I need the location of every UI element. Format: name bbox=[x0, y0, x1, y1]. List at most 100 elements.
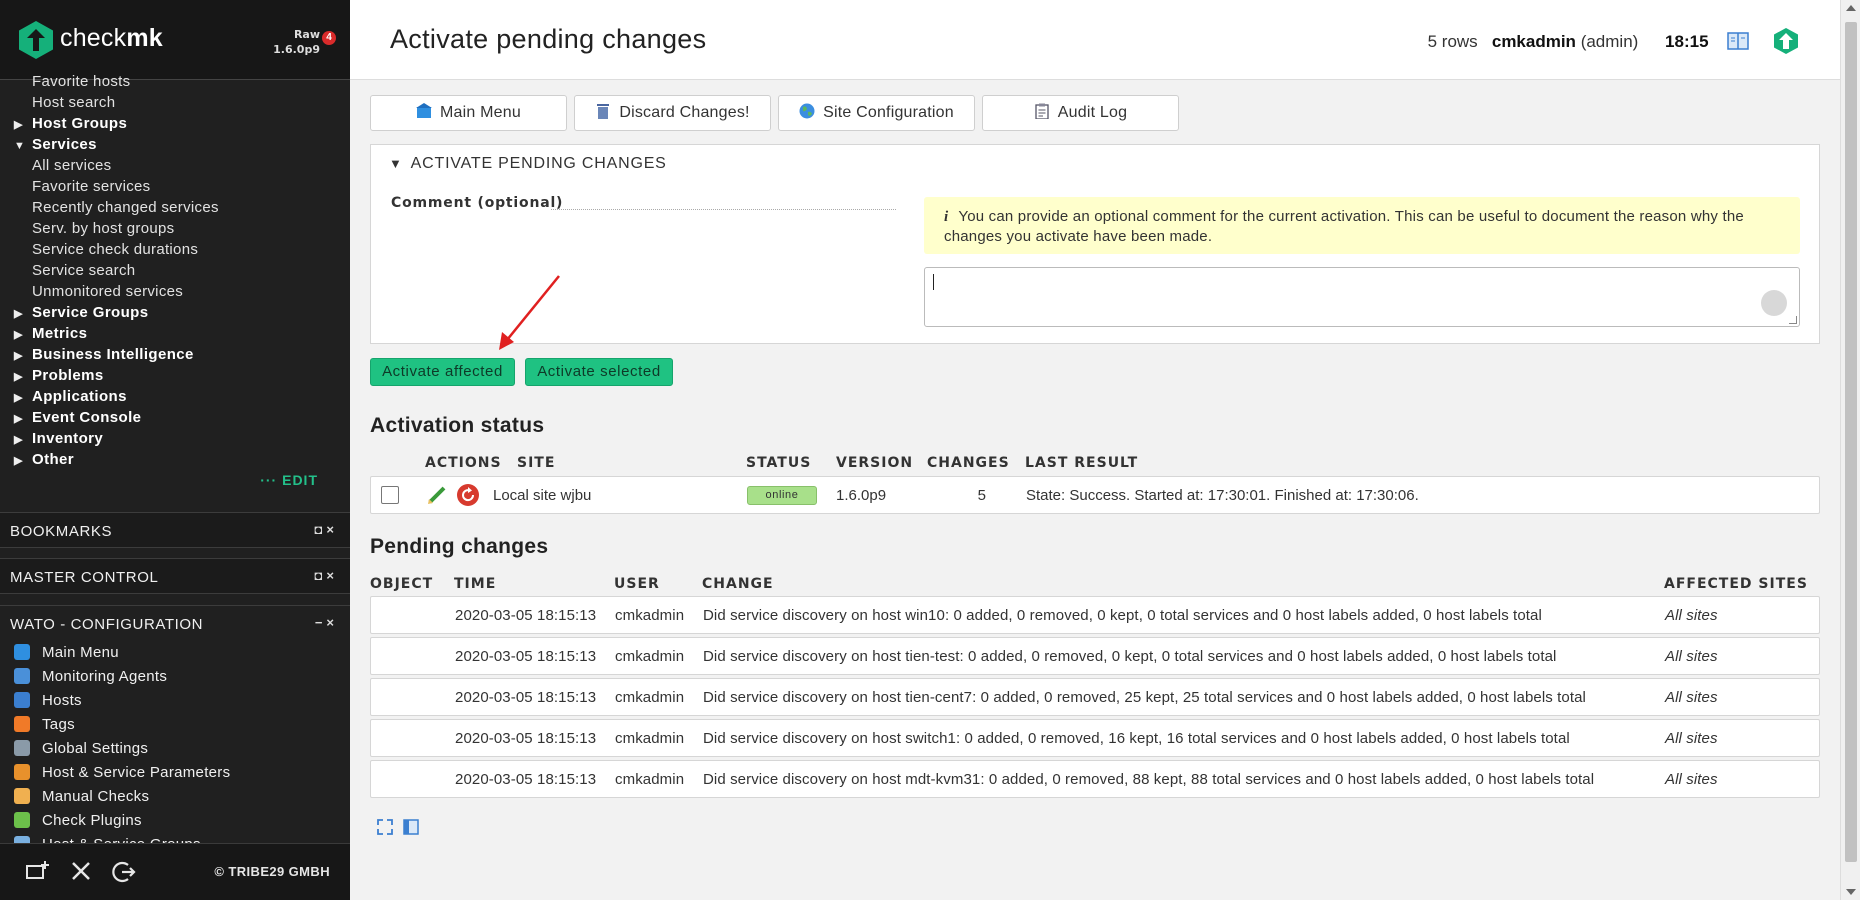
site-status-row: Local site wjbu online 1.6.0p9 5 State: … bbox=[370, 476, 1820, 514]
trash-icon bbox=[597, 104, 610, 119]
user-role: (admin) bbox=[1580, 32, 1639, 51]
grammar-assist-icon[interactable] bbox=[1761, 290, 1787, 316]
site-version: 1.6.0p9 bbox=[836, 487, 887, 504]
sidebar-group-service-groups[interactable]: ▶ Service Groups bbox=[14, 303, 148, 323]
snapin-controls[interactable]: ◘× bbox=[315, 522, 338, 537]
close-icon[interactable]: × bbox=[326, 522, 338, 537]
snapin-controls[interactable]: ◘× bbox=[315, 568, 338, 583]
snapin-bookmarks[interactable]: BOOKMARKS ◘× bbox=[0, 512, 350, 548]
close-icon[interactable]: × bbox=[326, 615, 338, 630]
sidebar-group-other[interactable]: ▶ Other bbox=[14, 450, 74, 470]
col-actions: ACTIONS bbox=[425, 455, 502, 471]
sidebar-item-label: Recently changed services bbox=[32, 199, 219, 216]
sidebar-group-inventory[interactable]: ▶ Inventory bbox=[14, 429, 103, 449]
collapsed-triangle-icon[interactable]: ▶ bbox=[14, 451, 32, 471]
sidebar-toggle-icon[interactable] bbox=[402, 818, 420, 836]
tools-icon[interactable] bbox=[67, 859, 95, 887]
home-icon bbox=[416, 103, 433, 118]
page-scrollbar[interactable] bbox=[1840, 0, 1860, 900]
sidebar-group-metrics[interactable]: ▶ Metrics bbox=[14, 324, 87, 344]
edit-views-link[interactable]: ··· EDIT bbox=[260, 472, 318, 488]
wato-item-monitoring-agents[interactable]: Monitoring Agents bbox=[14, 666, 167, 688]
site-select-checkbox[interactable] bbox=[381, 486, 399, 504]
wato-item-check-plugins[interactable]: Check Plugins bbox=[14, 810, 142, 832]
collapsed-triangle-icon[interactable]: ▶ bbox=[14, 325, 32, 345]
activate-selected-button[interactable]: Activate selected bbox=[525, 358, 673, 386]
notification-badge[interactable]: 4 bbox=[322, 31, 336, 45]
sidebar-item-recently-changed-services[interactable]: Recently changed services bbox=[32, 198, 219, 218]
resize-handle[interactable] bbox=[1789, 316, 1797, 324]
sidebar-group-applications[interactable]: ▶ Applications bbox=[14, 387, 127, 407]
wato-item-label: Host & Service Parameters bbox=[42, 764, 231, 781]
sidebar-item-favorite-services[interactable]: Favorite services bbox=[32, 177, 150, 197]
collapsed-triangle-icon[interactable]: ▶ bbox=[14, 115, 32, 135]
scroll-down-arrow-icon[interactable] bbox=[1846, 889, 1856, 895]
snapin-controls[interactable]: −× bbox=[315, 615, 338, 630]
expanded-triangle-icon[interactable]: ▼ bbox=[14, 136, 32, 156]
username[interactable]: cmkadmin bbox=[1492, 32, 1576, 51]
close-icon[interactable]: × bbox=[326, 568, 338, 583]
collapsed-triangle-icon[interactable]: ▶ bbox=[14, 367, 32, 387]
sidebar-group-event-console[interactable]: ▶ Event Console bbox=[14, 408, 141, 428]
fullscreen-icon[interactable] bbox=[376, 818, 394, 836]
site-configuration-button[interactable]: Site Configuration bbox=[778, 95, 975, 131]
maximize-icon[interactable]: ◘ bbox=[315, 568, 327, 583]
sidebar-item-host-search[interactable]: Host search bbox=[32, 93, 115, 113]
page-title: Activate pending changes bbox=[390, 24, 707, 54]
checkmk-logo-icon[interactable] bbox=[18, 20, 54, 60]
collapsed-triangle-icon[interactable]: ▶ bbox=[14, 409, 32, 429]
add-snapin-icon[interactable] bbox=[24, 859, 52, 887]
sidebar-item-service-check-durations[interactable]: Service check durations bbox=[32, 240, 198, 260]
snapin-master-control[interactable]: MASTER CONTROL ◘× bbox=[0, 558, 350, 594]
activate-affected-button[interactable]: Activate affected bbox=[370, 358, 515, 386]
table-row: 2020-03-05 18:15:13 cmkadmin Did service d… bbox=[370, 637, 1820, 675]
snapin-wato[interactable]: WATO - CONFIGURATION −× bbox=[0, 605, 350, 641]
minimize-icon[interactable]: − bbox=[315, 615, 327, 630]
discard-changes-button[interactable]: Discard Changes! bbox=[574, 95, 771, 131]
wato-item-label: Main Menu bbox=[42, 644, 119, 661]
book-icon[interactable] bbox=[1727, 32, 1750, 50]
gear-icon bbox=[14, 740, 30, 756]
status-badge: online bbox=[747, 486, 817, 505]
sidebar-item-unmonitored-services[interactable]: Unmonitored services bbox=[32, 282, 183, 302]
activation-status-title: Activation status bbox=[370, 414, 545, 437]
snapin-title: MASTER CONTROL bbox=[10, 569, 159, 586]
comment-textarea[interactable] bbox=[924, 267, 1800, 327]
change-time: 2020-03-05 18:15:13 bbox=[455, 607, 597, 624]
snapin-title: BOOKMARKS bbox=[10, 523, 113, 540]
collapsed-triangle-icon[interactable]: ▶ bbox=[14, 388, 32, 408]
sidebar-item-serv-by-host-groups[interactable]: Serv. by host groups bbox=[32, 219, 174, 239]
wato-item-global-settings[interactable]: Global Settings bbox=[14, 738, 148, 760]
edit-pencil-icon[interactable] bbox=[427, 485, 447, 505]
sidebar-group-problems[interactable]: ▶ Problems bbox=[14, 366, 104, 386]
wato-item-hosts[interactable]: Hosts bbox=[14, 690, 82, 712]
edition-label: Raw bbox=[293, 28, 320, 41]
collapsed-triangle-icon[interactable]: ▶ bbox=[14, 346, 32, 366]
sidebar-item-favorite-hosts[interactable]: Favorite hosts bbox=[32, 72, 130, 92]
wato-item-main-menu[interactable]: Main Menu bbox=[14, 642, 119, 664]
checkmk-small-logo-icon[interactable] bbox=[1772, 27, 1800, 55]
sidebar-item-service-search[interactable]: Service search bbox=[32, 261, 135, 281]
audit-log-button[interactable]: Audit Log bbox=[982, 95, 1179, 131]
plugins-icon bbox=[14, 812, 30, 828]
sidebar-item-label: Service check durations bbox=[32, 241, 199, 258]
collapse-triangle-icon[interactable]: ▼ bbox=[389, 156, 403, 171]
wato-item-tags[interactable]: Tags bbox=[14, 714, 75, 736]
scroll-thumb[interactable] bbox=[1845, 22, 1857, 862]
clipboard-icon bbox=[1035, 103, 1049, 119]
scroll-up-arrow-icon[interactable] bbox=[1846, 5, 1856, 11]
sidebar-group-services[interactable]: ▼ Services bbox=[14, 135, 97, 155]
main-menu-button[interactable]: Main Menu bbox=[370, 95, 567, 131]
sidebar-group-business-intelligence[interactable]: ▶ Business Intelligence bbox=[14, 345, 194, 365]
panel-heading[interactable]: ▼ ACTIVATE PENDING CHANGES bbox=[389, 155, 667, 173]
reload-icon[interactable] bbox=[457, 484, 479, 506]
collapsed-triangle-icon[interactable]: ▶ bbox=[14, 430, 32, 450]
sidebar-group-host-groups[interactable]: ▶ Host Groups bbox=[14, 114, 127, 134]
logout-icon[interactable] bbox=[110, 859, 138, 887]
collapsed-triangle-icon[interactable]: ▶ bbox=[14, 304, 32, 324]
maximize-icon[interactable]: ◘ bbox=[315, 522, 327, 537]
wato-item-manual-checks[interactable]: Manual Checks bbox=[14, 786, 149, 808]
agents-icon bbox=[14, 668, 30, 684]
wato-item-host-and-service-parameters[interactable]: Host & Service Parameters bbox=[14, 762, 230, 784]
sidebar-item-all-services[interactable]: All services bbox=[32, 156, 111, 176]
